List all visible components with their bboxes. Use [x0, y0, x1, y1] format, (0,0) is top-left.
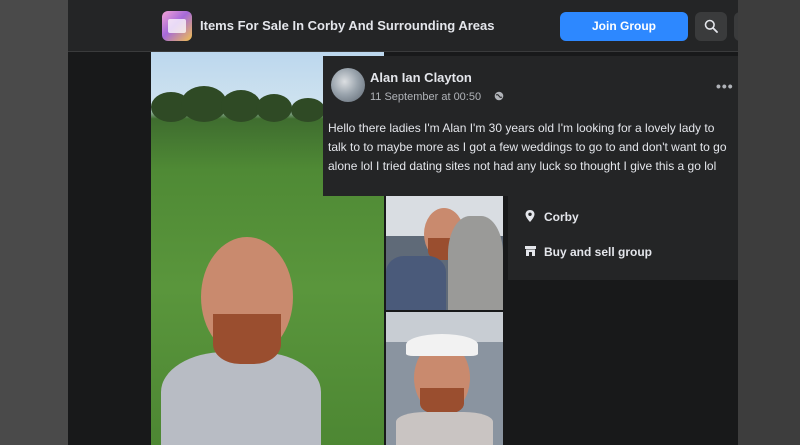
join-group-button[interactable]: Join Group [560, 12, 688, 41]
post-timestamp[interactable]: 11 September at 00:50 [370, 91, 481, 103]
post-body-text: Hello there ladies I'm Alan I'm 30 years… [328, 121, 727, 173]
author-avatar[interactable] [331, 68, 365, 102]
author-name[interactable]: Alan Ian Clayton [370, 70, 472, 85]
right-blur-border [738, 0, 800, 445]
more-header-button[interactable] [734, 12, 738, 41]
group-name[interactable]: Items For Sale In Corby And Surrounding … [200, 18, 494, 33]
search-icon [704, 19, 718, 33]
left-blur-border [0, 0, 68, 445]
post-photo-with-cap[interactable] [386, 312, 503, 445]
search-button[interactable] [695, 12, 727, 41]
facebook-screen: Items For Sale In Corby And Surrounding … [68, 0, 738, 445]
globe-icon [494, 91, 504, 101]
post-card: Alan Ian Clayton 11 September at 00:50 •… [323, 56, 738, 196]
group-info-panel: Corby Buy and sell group [508, 196, 738, 280]
group-avatar[interactable] [162, 11, 192, 41]
group-location-label: Corby [544, 210, 579, 224]
post-photo-with-dog[interactable] [386, 196, 503, 310]
location-pin-icon [525, 210, 535, 222]
storefront-icon [525, 246, 536, 256]
group-header-bar: Items For Sale In Corby And Surrounding … [68, 0, 738, 52]
group-category-label: Buy and sell group [544, 245, 653, 259]
more-options-icon[interactable]: ••• [716, 78, 734, 94]
